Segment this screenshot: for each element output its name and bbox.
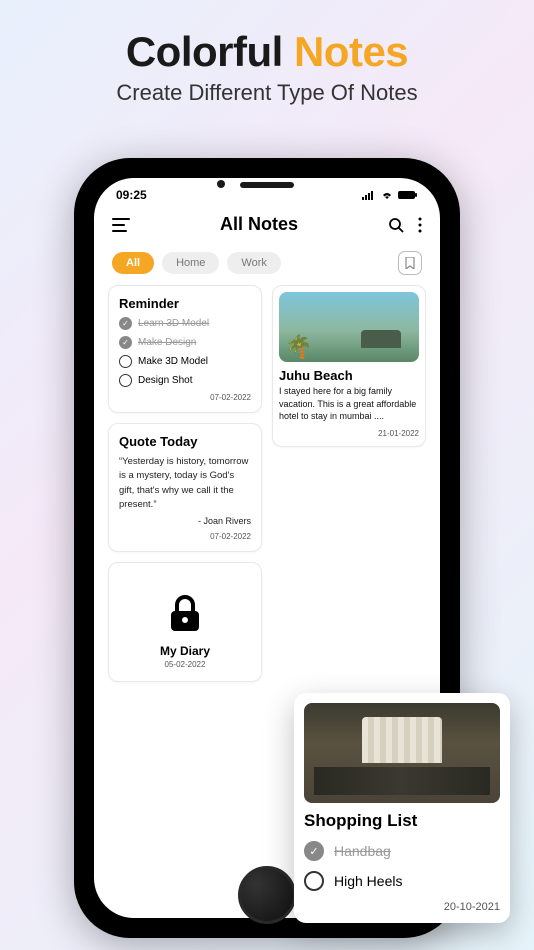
checkbox-icon <box>304 841 324 861</box>
beach-title: Juhu Beach <box>279 368 419 383</box>
checkbox-icon <box>119 374 132 387</box>
checkbox-icon <box>119 317 132 330</box>
quote-card[interactable]: Quote Today “Yesterday is history, tomor… <box>108 423 262 552</box>
tab-all[interactable]: All <box>112 252 154 274</box>
reminder-card[interactable]: Reminder Learn 3D Model Make Design Make… <box>108 285 262 413</box>
status-time: 09:25 <box>116 188 147 202</box>
beach-date: 21-01-2022 <box>279 429 419 438</box>
speaker-slot <box>240 182 294 188</box>
reminder-item[interactable]: Make 3D Model <box>119 355 251 368</box>
reminder-item[interactable]: Learn 3D Model <box>119 317 251 330</box>
shopping-item[interactable]: High Heels <box>304 871 500 891</box>
status-indicators <box>362 190 418 200</box>
shopping-card[interactable]: Shopping List Handbag High Heels 20-10-2… <box>294 693 510 923</box>
promo-subtitle: Create Different Type Of Notes <box>0 80 534 106</box>
checkbox-icon <box>119 355 132 368</box>
palm-icon: 🌴 <box>285 334 312 360</box>
tab-home[interactable]: Home <box>162 252 219 274</box>
promo-title-notes: Notes <box>294 28 408 75</box>
promo-title-colorful: Colorful <box>126 28 294 75</box>
quote-text: “Yesterday is history, tomorrow is a mys… <box>119 455 251 512</box>
front-camera <box>217 180 225 188</box>
reminder-title: Reminder <box>119 296 251 311</box>
quote-date: 07-02-2022 <box>119 532 251 541</box>
beach-card[interactable]: 🌴 Juhu Beach I stayed here for a big fam… <box>272 285 426 447</box>
filter-tabs: All Home Work <box>94 243 440 285</box>
promo-heading: Colorful Notes Create Different Type Of … <box>0 0 534 106</box>
app-header: All Notes <box>94 206 440 243</box>
beach-image: 🌴 <box>279 292 419 362</box>
page-title: All Notes <box>220 214 298 235</box>
hamburger-icon[interactable] <box>112 218 130 232</box>
shopping-title: Shopping List <box>304 811 500 831</box>
home-button[interactable] <box>238 866 296 924</box>
bookmark-button[interactable] <box>398 251 422 275</box>
quote-author: - Joan Rivers <box>119 516 251 526</box>
lock-icon <box>166 593 204 633</box>
checkbox-icon <box>304 871 324 891</box>
tab-work[interactable]: Work <box>227 252 280 274</box>
shopping-item[interactable]: Handbag <box>304 841 500 861</box>
shopping-image <box>304 703 500 803</box>
diary-date: 05-02-2022 <box>119 660 251 669</box>
reminder-date: 07-02-2022 <box>119 393 251 402</box>
reminder-item[interactable]: Make Design <box>119 336 251 349</box>
bookmark-icon <box>405 257 415 269</box>
reminder-item[interactable]: Design Shot <box>119 374 251 387</box>
battery-icon <box>398 190 418 200</box>
quote-title: Quote Today <box>119 434 251 449</box>
diary-title: My Diary <box>119 644 251 658</box>
search-icon[interactable] <box>388 217 404 233</box>
promo-title: Colorful Notes <box>0 28 534 76</box>
more-dots-icon[interactable] <box>418 217 422 233</box>
beach-description: I stayed here for a big family vacation.… <box>279 385 419 423</box>
wifi-icon <box>380 190 394 200</box>
signal-icon <box>362 190 376 200</box>
checkbox-icon <box>119 336 132 349</box>
shopping-date: 20-10-2021 <box>304 901 500 913</box>
diary-card[interactable]: My Diary 05-02-2022 <box>108 562 262 682</box>
